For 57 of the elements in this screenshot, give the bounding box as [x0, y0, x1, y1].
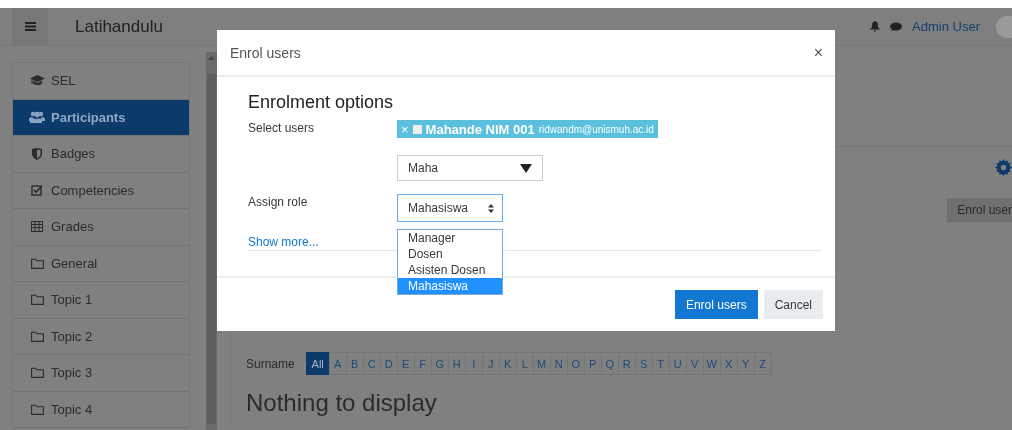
letter-filter[interactable]: G — [430, 352, 449, 375]
letter-filter[interactable]: T — [651, 352, 670, 375]
sidebar-item[interactable]: Topic 4 — [13, 391, 190, 428]
user-email: ridwandm@unismuh.ac.id — [538, 123, 654, 135]
letter-filter[interactable]: S — [634, 352, 653, 375]
role-option[interactable]: Mahasiswa — [398, 278, 502, 294]
sidebar-item[interactable]: SEL — [13, 63, 190, 100]
letter-filter[interactable]: I — [464, 352, 483, 375]
site-name[interactable]: Latihandulu — [75, 16, 163, 37]
field-label: Select users — [248, 120, 316, 137]
letter-filter[interactable]: M — [532, 352, 551, 375]
enrol-users-button[interactable]: Enrol user — [947, 198, 1012, 222]
sidebar-item[interactable]: Topic 1 — [13, 282, 190, 319]
letter-filter[interactable]: D — [379, 352, 398, 375]
letter-filter[interactable]: J — [481, 352, 500, 375]
letter-filter[interactable]: W — [702, 352, 721, 375]
user-chip[interactable]: × Mahande NIM 001 ridwandm@unismuh.ac.id — [397, 120, 658, 138]
filter-label: Surname — [246, 356, 295, 371]
letter-filter[interactable]: C — [362, 352, 381, 375]
letter-filter[interactable]: X — [719, 352, 738, 375]
sidebar-item[interactable]: Badges — [13, 136, 190, 173]
letter-filter[interactable]: N — [549, 352, 568, 375]
letter-filter[interactable]: V — [685, 352, 704, 375]
user-name[interactable]: Admin User — [912, 19, 980, 34]
letter-filter[interactable]: B — [345, 352, 364, 375]
letter-filter[interactable]: E — [396, 352, 415, 375]
letter-filter[interactable]: F — [413, 352, 432, 375]
letter-filter[interactable]: Y — [736, 352, 755, 375]
letter-filter[interactable]: A — [328, 352, 347, 375]
letter-filter[interactable]: All — [305, 352, 330, 375]
sidebar-item[interactable]: Topic 3 — [13, 355, 190, 392]
empty-message: Nothing to display — [246, 389, 438, 417]
letter-filter[interactable]: L — [515, 352, 534, 375]
letter-filter[interactable]: Z — [753, 352, 772, 375]
letter-filter[interactable]: R — [617, 352, 636, 375]
dialog-title: Enrol users — [230, 44, 301, 61]
role-select[interactable]: Mahasiswa — [397, 194, 503, 222]
remove-button[interactable]: × — [401, 121, 409, 137]
search-dropdown[interactable]: Maha — [397, 155, 543, 181]
letter-filter[interactable]: K — [498, 352, 517, 375]
sidebar-item[interactable]: Participants — [13, 99, 190, 136]
field-label: Assign role — [248, 194, 309, 211]
sidebar-item[interactable]: Grades — [13, 209, 190, 246]
letter-filter[interactable]: Q — [600, 352, 619, 375]
section-heading: Enrolment options — [248, 92, 395, 113]
role-option[interactable]: Asisten Dosen — [398, 262, 502, 278]
sidebar-item[interactable]: Topic 2 — [13, 318, 190, 355]
cancel-button[interactable]: Cancel — [763, 290, 823, 319]
letter-filter[interactable]: O — [566, 352, 585, 375]
letter-filter[interactable]: U — [668, 352, 687, 375]
sidebar-item[interactable]: General — [13, 245, 190, 282]
letter-filter[interactable]: H — [447, 352, 466, 375]
enrol-users-button[interactable]: Enrol users — [674, 290, 758, 319]
letter-filter[interactable]: P — [583, 352, 602, 375]
sidebar-item[interactable]: Competencies — [13, 172, 190, 209]
user-name: Mahande NIM 001 — [425, 121, 535, 137]
close-button[interactable]: × — [813, 43, 823, 62]
